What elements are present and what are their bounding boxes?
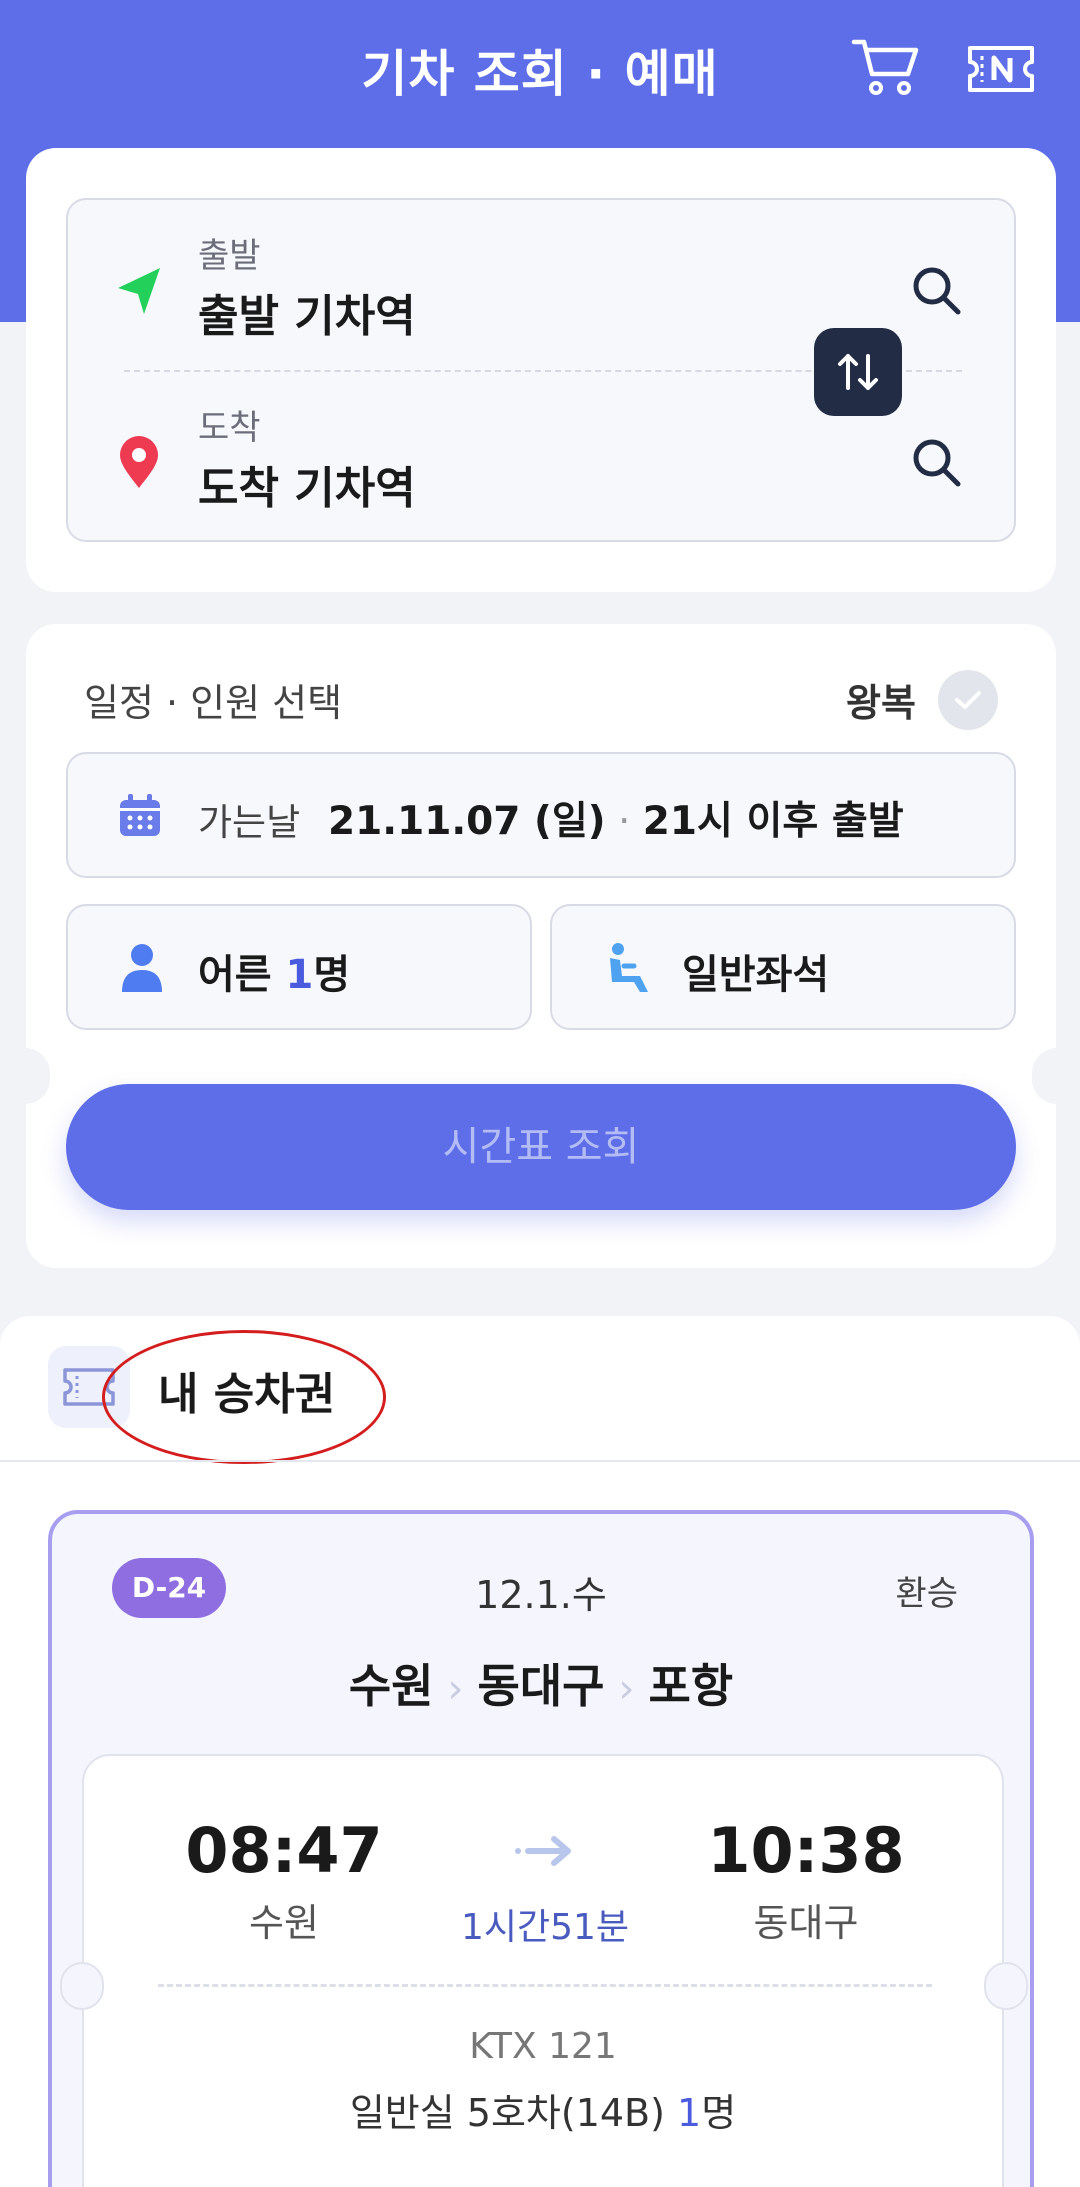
passenger-number: 1 xyxy=(285,952,314,998)
seat-type-value: 일반좌석 xyxy=(682,952,830,998)
navigation-arrow-icon xyxy=(118,268,160,314)
separator-dot: · xyxy=(605,799,643,844)
route-card: 출발 출발 기차역 도착 도착 기차역 xyxy=(26,148,1056,592)
passenger-unit: 명 xyxy=(313,952,351,998)
travel-duration: 1시간51분 xyxy=(460,1907,630,1948)
ticket-date: 12.1.수 xyxy=(475,1573,607,1617)
seat-type-selector[interactable]: 일반좌석 xyxy=(550,904,1016,1030)
person-icon xyxy=(122,944,162,992)
route-selector: 출발 출발 기차역 도착 도착 기차역 xyxy=(66,198,1016,542)
date-value: 21.11.07 (일) · 21시 이후 출발 xyxy=(328,790,904,846)
transfer-label: 환승 xyxy=(895,1574,958,1614)
date-selector[interactable]: 가는날 21.11.07 (일) · 21시 이후 출발 xyxy=(66,752,1016,878)
chevron-right-icon: › xyxy=(447,1666,464,1712)
chevron-right-icon: › xyxy=(618,1666,635,1712)
schedule-title: 일정 · 인원 선택 xyxy=(84,681,343,725)
route-stop-origin: 수원 xyxy=(348,1659,434,1713)
calendar-icon xyxy=(120,794,160,836)
roundtrip-label[interactable]: 왕복 xyxy=(846,672,916,727)
ticket-notch-left xyxy=(60,1962,104,2010)
card-notch-right xyxy=(1032,1048,1080,1104)
swap-arrows-icon xyxy=(838,354,878,390)
departure-time-filter: 21시 이후 출발 xyxy=(642,799,904,844)
arrival-station: 동대구 xyxy=(753,1901,859,1945)
route-stop-destination: 포항 xyxy=(648,1659,734,1713)
date-label: 가는날 xyxy=(198,801,301,844)
search-icon[interactable] xyxy=(908,262,966,320)
train-number: KTX 121 xyxy=(469,2026,617,2067)
departure-label: 출발 xyxy=(198,236,261,276)
ticket-notch-right xyxy=(984,1962,1028,2010)
card-notch-left xyxy=(0,1048,50,1104)
roundtrip-checkbox[interactable] xyxy=(938,670,998,730)
departure-station[interactable]: 출발 기차역 xyxy=(198,280,416,344)
my-tickets-section: 내 승차권 D-24 12.1.수 환승 수원 › 동대구 › 포항 08:47 수원 … xyxy=(0,1316,1080,2187)
route-path: 수원 › 동대구 › 포항 xyxy=(52,1650,1030,1716)
ticket-detail: 08:47 수원 1시간51분 10:38 동대구 KTX 121 일반실 5호… xyxy=(60,1754,1028,2187)
departure-station: 수원 xyxy=(249,1901,319,1945)
highlight-circle-annotation xyxy=(102,1330,386,1464)
departure-date: 21.11.07 (일) xyxy=(328,799,606,844)
passenger-type: 어른 xyxy=(198,952,286,998)
location-pin-icon xyxy=(120,436,158,488)
ticket-passenger-number: 1 xyxy=(677,2091,702,2135)
ticket-n-icon[interactable] xyxy=(966,44,1036,94)
search-icon[interactable] xyxy=(908,434,966,492)
departure-time: 08:47 xyxy=(185,1814,383,1887)
ticket-passenger-unit: 명 xyxy=(701,2091,737,2135)
seat-class: 일반실 5호차(14B) xyxy=(349,2091,678,2135)
cart-icon[interactable] xyxy=(850,36,922,98)
passenger-count: 어른 1명 xyxy=(198,942,350,1000)
ticket-card[interactable]: D-24 12.1.수 환승 수원 › 동대구 › 포항 08:47 수원 1시간51분… xyxy=(48,1510,1034,2187)
schedule-card: 일정 · 인원 선택 왕복 가는날 21.11.07 (일) · 21시 이후 … xyxy=(0,624,1080,1268)
search-timetable-button[interactable]: 시간표 조회 xyxy=(66,1084,1016,1210)
ticket-divider xyxy=(158,1984,932,1987)
arrival-station[interactable]: 도착 기차역 xyxy=(198,452,416,516)
section-divider xyxy=(0,1460,1080,1462)
arrow-right-icon xyxy=(515,1836,571,1866)
seat-icon xyxy=(610,943,648,992)
seat-info: 일반실 5호차(14B) 1명 xyxy=(84,2082,1002,2137)
passenger-selector[interactable]: 어른 1명 xyxy=(66,904,532,1030)
check-icon xyxy=(955,691,981,709)
arrival-time: 10:38 xyxy=(707,1814,905,1887)
swap-stations-button[interactable] xyxy=(814,328,902,416)
arrival-label: 도착 xyxy=(198,408,261,448)
route-stop-transfer: 동대구 xyxy=(477,1659,605,1713)
